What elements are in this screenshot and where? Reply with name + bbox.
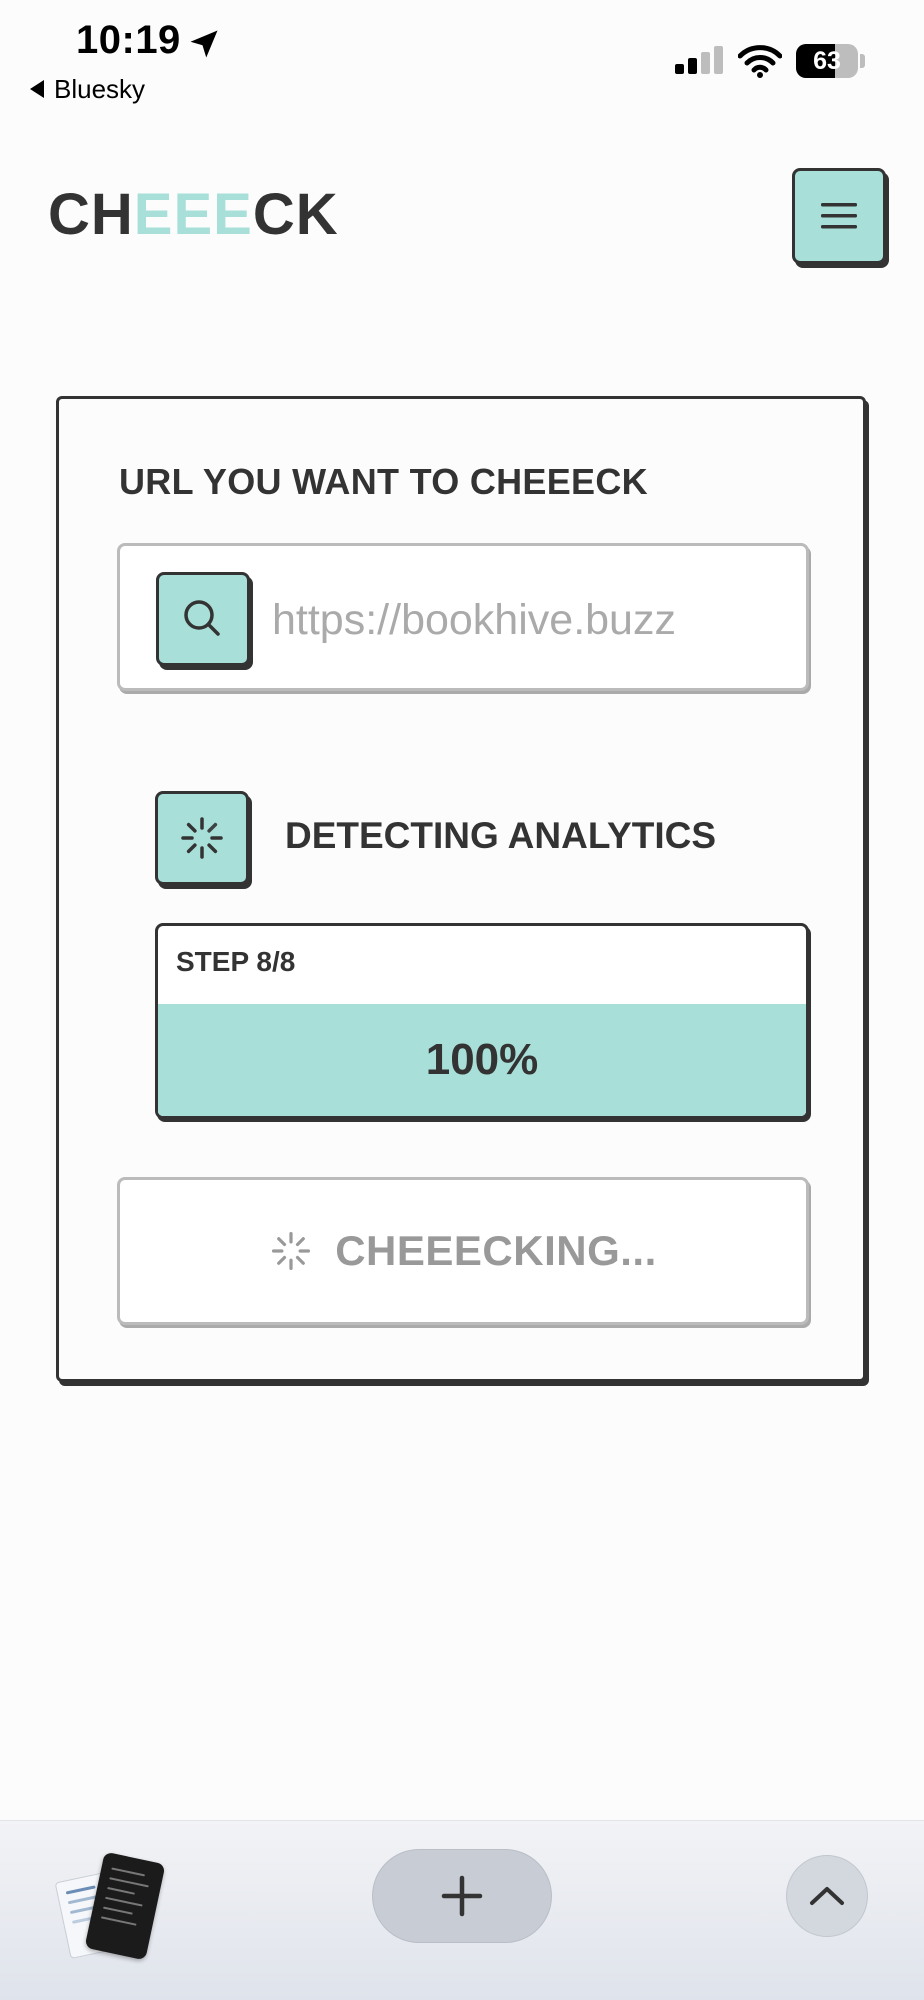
status-text: DETECTING ANALYTICS xyxy=(285,815,717,856)
signal-icon xyxy=(675,46,723,74)
logo-part-eee: EEE xyxy=(133,182,253,247)
battery-nub xyxy=(860,54,865,68)
url-input[interactable] xyxy=(272,582,792,658)
search-button[interactable] xyxy=(156,572,250,666)
logo[interactable]: CHEEECK xyxy=(48,180,339,250)
plus-icon xyxy=(441,1875,483,1917)
back-app-label: Bluesky xyxy=(54,73,146,104)
loading-spinner-icon xyxy=(181,817,223,859)
chevron-up-icon xyxy=(810,1887,844,1905)
menu-button[interactable] xyxy=(792,168,886,264)
loading-spinner-icon xyxy=(272,1231,311,1271)
battery-icon: 63 xyxy=(796,44,858,78)
logo-part-ck: CK xyxy=(252,182,339,247)
status-time: 10:19 xyxy=(76,18,181,62)
url-field-label: URL YOU WANT TO CHEEECK xyxy=(119,461,648,502)
search-icon xyxy=(184,600,220,636)
progress-bar: 100% xyxy=(158,1004,806,1116)
tabs-overview-icon[interactable] xyxy=(54,1849,166,1961)
back-to-app-link[interactable]: Bluesky xyxy=(30,72,145,106)
tab-thumbnail-front xyxy=(84,1851,166,1961)
battery-level: 63 xyxy=(813,46,841,75)
hamburger-menu-icon xyxy=(821,203,857,229)
check-form-card: URL YOU WANT TO CHEEECK https://bookhive… xyxy=(56,396,866,1382)
url-input-container xyxy=(117,543,809,691)
step-label: STEP 8/8 xyxy=(176,946,296,977)
submit-button-label: CHEEECKING... xyxy=(335,1227,657,1274)
back-arrow-icon xyxy=(30,80,44,98)
new-tab-button[interactable] xyxy=(372,1849,552,1943)
scroll-to-top-button[interactable] xyxy=(786,1855,868,1937)
progress-percent: 100% xyxy=(425,1035,539,1084)
status-row: DETECTING ANALYTICS xyxy=(155,791,815,887)
cheeeck-submit-button[interactable]: CHEEECKING... xyxy=(117,1177,809,1325)
location-arrow-icon xyxy=(190,30,218,58)
progress-panel: STEP 8/8 100% xyxy=(155,923,809,1119)
browser-toolbar xyxy=(0,1820,924,2000)
status-spinner xyxy=(155,791,249,885)
wifi-icon xyxy=(738,45,782,78)
logo-part-ch: CH xyxy=(48,182,134,247)
status-bar: 10:19 Bluesky 63 xyxy=(0,0,924,120)
